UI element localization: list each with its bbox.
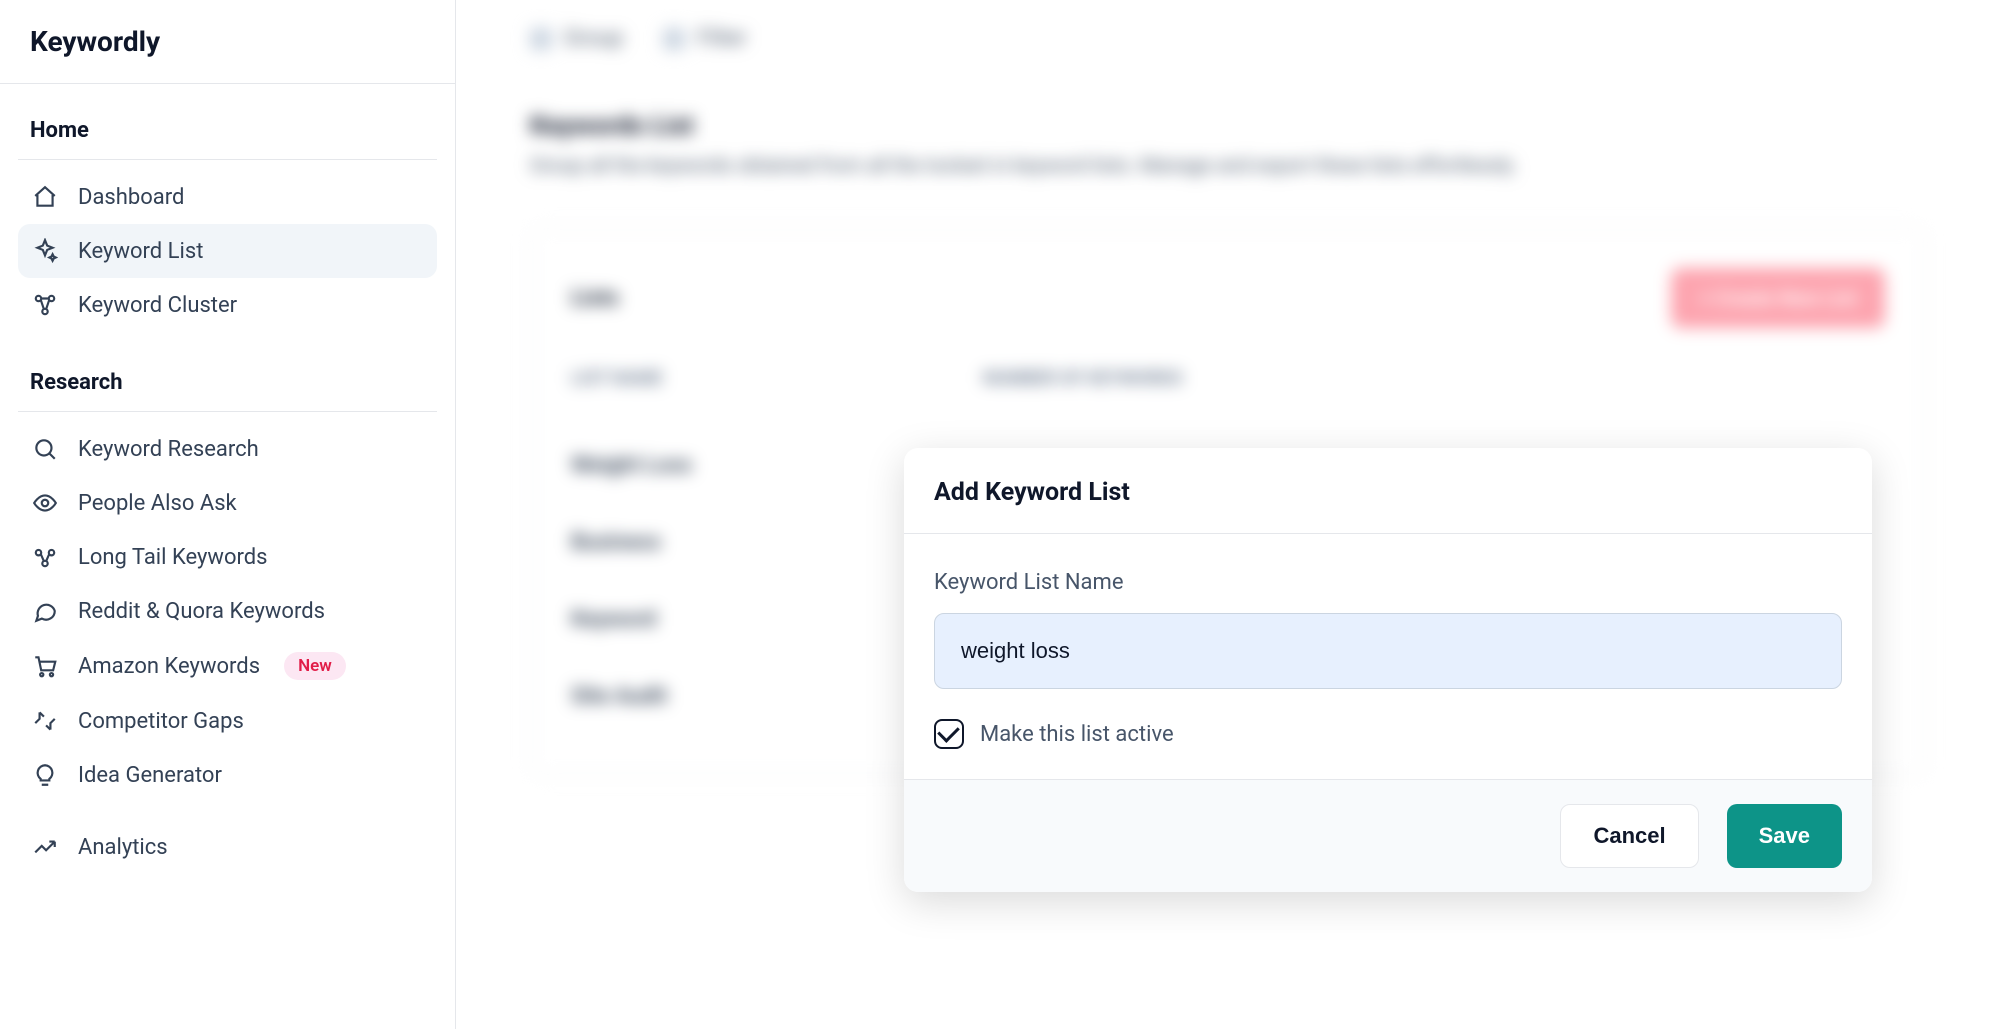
page-description: Group all the keywords obtained from all… (530, 153, 1926, 177)
list-name-input[interactable] (934, 613, 1842, 689)
list-name-label: Keyword List Name (934, 570, 1842, 595)
cancel-button[interactable]: Cancel (1560, 804, 1698, 868)
compare-icon (32, 708, 58, 734)
modal-title: Add Keyword List (934, 478, 1842, 507)
group-button[interactable]: Group (530, 26, 623, 51)
trend-icon (32, 834, 58, 860)
sidebar-item-reddit-quora[interactable]: Reddit & Quora Keywords (18, 584, 437, 638)
save-button[interactable]: Save (1727, 804, 1842, 868)
page-title: Keywords List (530, 111, 1926, 141)
sidebar-item-keyword-list[interactable]: Keyword List (18, 224, 437, 278)
nav-group-home: Home (18, 106, 437, 160)
home-icon (32, 184, 58, 210)
sidebar-item-competitor-gaps[interactable]: Competitor Gaps (18, 694, 437, 748)
sidebar-item-label: Amazon Keywords (78, 654, 260, 679)
sidebar-item-idea-generator[interactable]: Idea Generator (18, 748, 437, 802)
molecule-icon (32, 544, 58, 570)
sidebar-item-label: Long Tail Keywords (78, 545, 268, 570)
sidebar-item-label: Reddit & Quora Keywords (78, 599, 325, 624)
create-list-button[interactable]: + Create New List (1671, 268, 1885, 328)
cluster-icon (32, 292, 58, 318)
modal-header: Add Keyword List (904, 448, 1872, 534)
sidebar-item-label: Keyword Cluster (78, 293, 237, 318)
sidebar-item-keyword-cluster[interactable]: Keyword Cluster (18, 278, 437, 332)
sidebar-item-label: Analytics (78, 835, 168, 860)
sidebar-item-label: People Also Ask (78, 491, 237, 516)
new-badge: New (284, 652, 346, 680)
sidebar-item-label: Keyword List (78, 239, 203, 264)
sidebar-header: Keywordly (0, 0, 455, 84)
cart-icon (32, 653, 58, 679)
make-active-checkbox[interactable] (934, 719, 964, 749)
card-title: Lists (571, 286, 619, 311)
nav-group-research: Research (18, 358, 437, 412)
sidebar: Keywordly Home Dashboard Keyword List Ke… (0, 0, 456, 1029)
sidebar-item-label: Competitor Gaps (78, 709, 244, 734)
sidebar-item-amazon[interactable]: Amazon Keywords New (18, 638, 437, 694)
app-logo: Keywordly (30, 25, 160, 58)
sidebar-item-analytics[interactable]: Analytics (18, 820, 437, 874)
column-list-name: LIST NAME (571, 368, 663, 389)
sidebar-nav: Home Dashboard Keyword List Keyword Clus… (0, 84, 455, 896)
eye-icon (32, 490, 58, 516)
sidebar-item-long-tail[interactable]: Long Tail Keywords (18, 530, 437, 584)
filter-button[interactable]: Filter (663, 26, 746, 51)
sparkle-icon (32, 238, 58, 264)
modal-body: Keyword List Name Make this list active (904, 534, 1872, 779)
bulb-icon (32, 762, 58, 788)
sidebar-item-people-also-ask[interactable]: People Also Ask (18, 476, 437, 530)
make-active-label: Make this list active (980, 722, 1174, 747)
column-keyword-count: NUMBER OF KEYWORDS (983, 368, 1183, 389)
modal-footer: Cancel Save (904, 779, 1872, 892)
add-keyword-list-modal: Add Keyword List Keyword List Name Make … (904, 448, 1872, 892)
sidebar-item-dashboard[interactable]: Dashboard (18, 170, 437, 224)
sidebar-item-keyword-research[interactable]: Keyword Research (18, 422, 437, 476)
sidebar-item-label: Keyword Research (78, 437, 259, 462)
sidebar-item-label: Idea Generator (78, 763, 222, 788)
sidebar-item-label: Dashboard (78, 185, 184, 210)
chat-icon (32, 598, 58, 624)
search-icon (32, 436, 58, 462)
